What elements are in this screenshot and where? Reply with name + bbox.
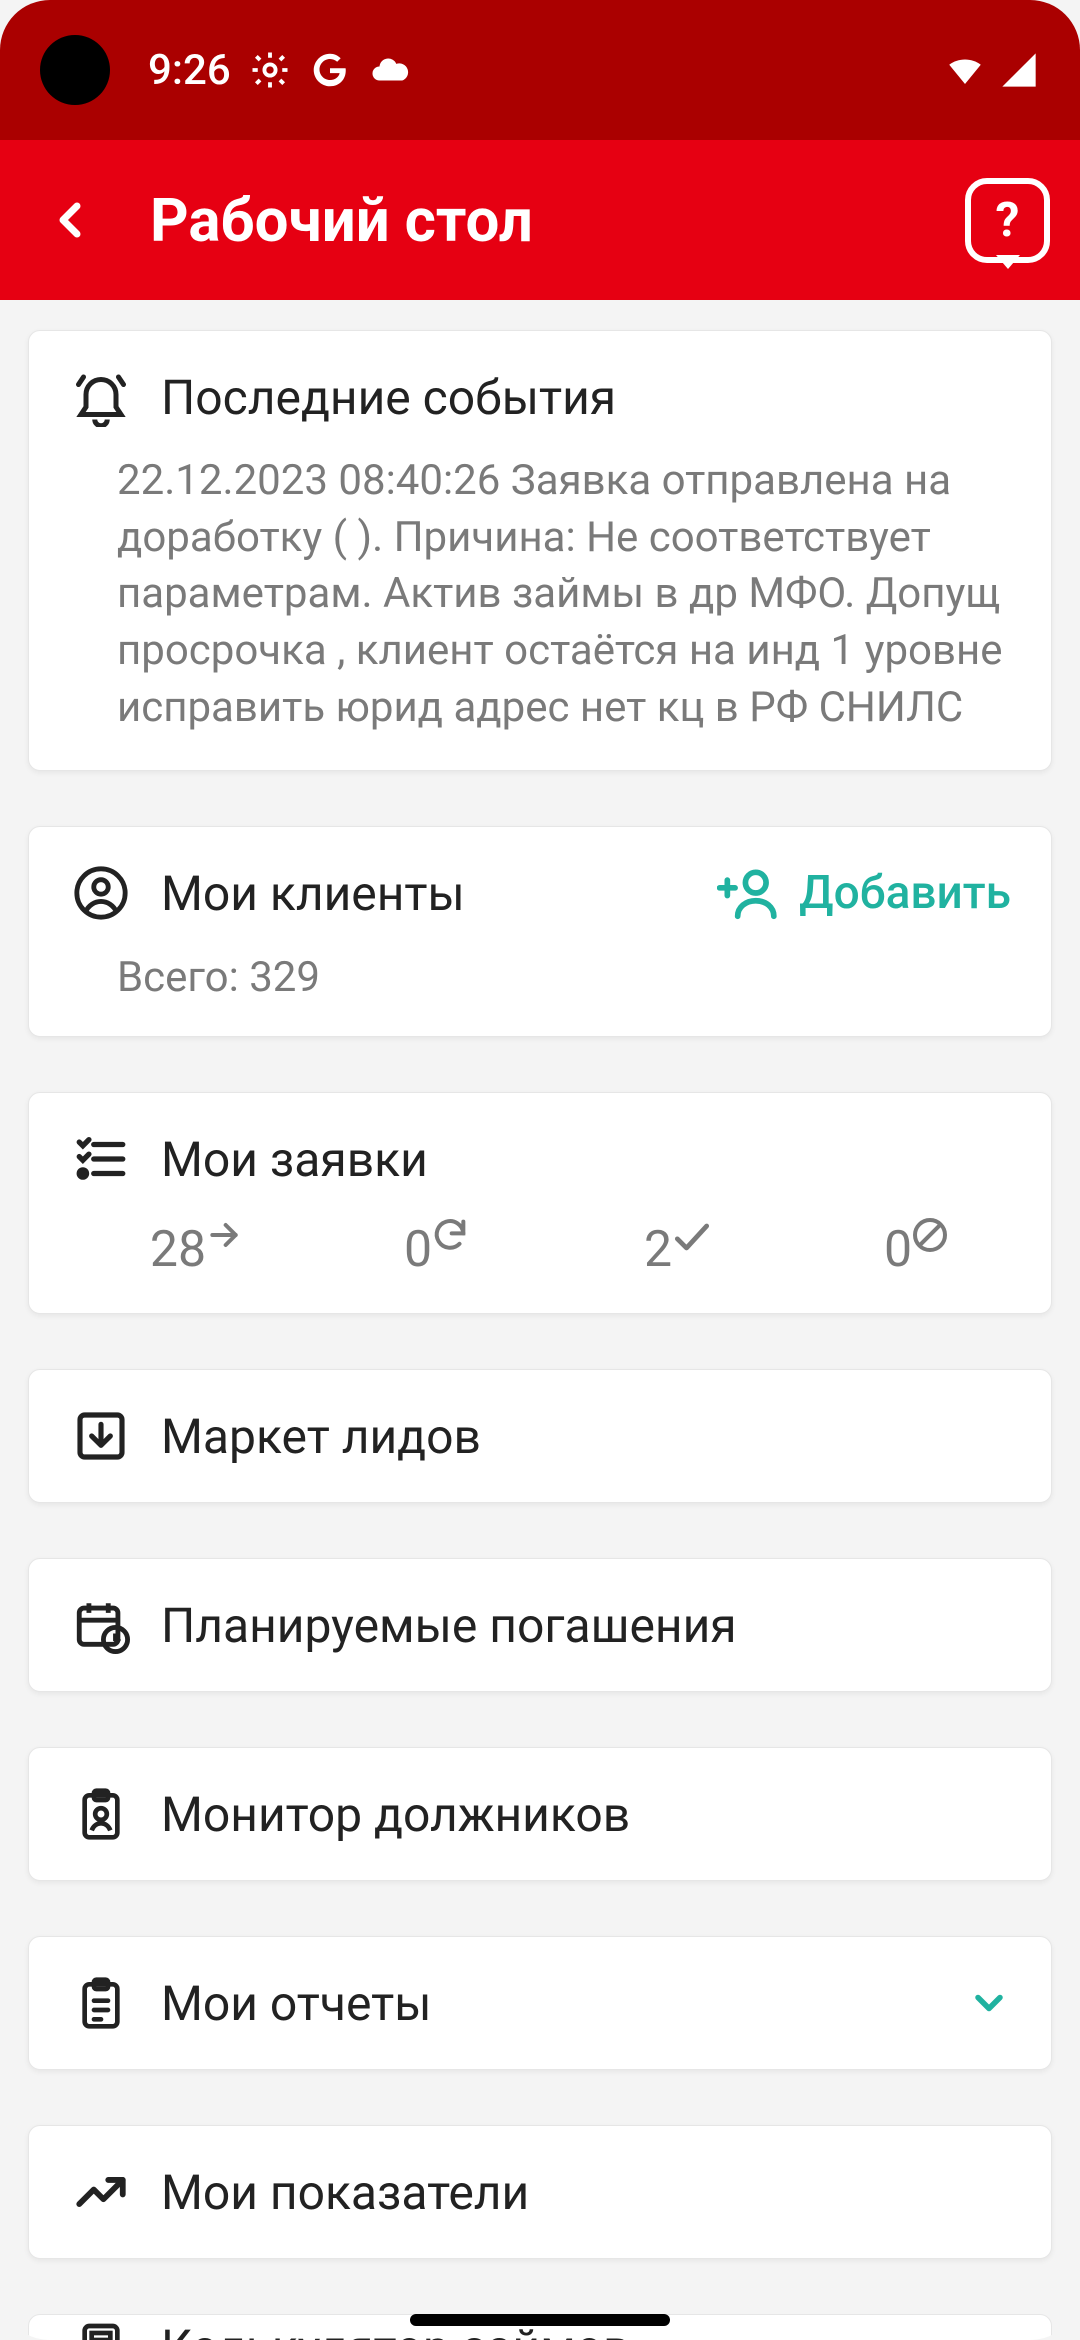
gear-icon <box>249 49 291 91</box>
status-right <box>944 49 1040 91</box>
status-left: 9:26 <box>40 35 411 105</box>
clients-total: Всего: 329 <box>69 953 1011 1002</box>
reports-header: Мои отчеты <box>69 1971 1011 2035</box>
applications-stats: 28 0 2 0 <box>69 1221 1011 1279</box>
cloud-icon <box>369 49 411 91</box>
market-leads-title: Маркет лидов <box>161 1408 481 1465</box>
planned-payments-item[interactable]: Планируемые погашения <box>28 1558 1052 1692</box>
screen: 9:26 <box>0 0 1080 2340</box>
debtor-monitor-title: Монитор должников <box>161 1786 630 1843</box>
add-user-icon <box>717 862 779 924</box>
indicators-header: Мои показатели <box>69 2160 1011 2224</box>
wifi-icon <box>944 49 986 91</box>
planned-payments-header: Планируемые погашения <box>69 1593 1011 1657</box>
back-button[interactable] <box>30 180 110 260</box>
help-icon: ? <box>996 196 1020 244</box>
status-time: 9:26 <box>148 46 231 95</box>
stat-refresh[interactable]: 0 <box>339 1221 539 1279</box>
clients-header: Мои клиенты Добавить <box>69 861 1011 925</box>
stat-value: 0 <box>404 1221 432 1279</box>
events-body: 22.12.2023 08:40:26 Заявка отправлена на… <box>69 453 1011 736</box>
user-circle-icon <box>69 861 133 925</box>
chevron-left-icon <box>42 192 98 248</box>
home-indicator[interactable] <box>410 2314 670 2326</box>
clients-title: Мои клиенты <box>161 865 465 922</box>
chevron-down-icon[interactable] <box>967 1981 1011 2025</box>
bell-icon <box>69 365 133 429</box>
clients-card[interactable]: Мои клиенты Добавить Всего: 329 <box>28 826 1052 1037</box>
camera-hole <box>40 35 110 105</box>
stat-approved[interactable]: 2 <box>579 1221 779 1279</box>
calendar-clock-icon <box>69 1593 133 1657</box>
stat-value: 2 <box>644 1221 672 1279</box>
add-client-label: Добавить <box>799 866 1011 920</box>
trend-up-icon <box>69 2160 133 2224</box>
stat-rejected[interactable]: 0 <box>819 1221 1019 1279</box>
calculator-icon <box>69 2315 133 2340</box>
events-card[interactable]: Последние события 22.12.2023 08:40:26 За… <box>28 330 1052 771</box>
clipboard-list-icon <box>69 1971 133 2035</box>
check-icon <box>670 1215 714 1259</box>
reports-title: Мои отчеты <box>161 1975 432 2032</box>
signal-icon <box>998 49 1040 91</box>
content[interactable]: Последние события 22.12.2023 08:40:26 За… <box>0 300 1080 2340</box>
refresh-icon <box>430 1215 474 1259</box>
ban-icon <box>910 1215 954 1259</box>
debtor-monitor-item[interactable]: Монитор должников <box>28 1747 1052 1881</box>
debtor-monitor-header: Монитор должников <box>69 1782 1011 1846</box>
download-box-icon <box>69 1404 133 1468</box>
applications-header: Мои заявки <box>69 1127 1011 1191</box>
stat-pending[interactable]: 28 <box>99 1221 299 1279</box>
google-g-icon <box>309 49 351 91</box>
add-client-button[interactable]: Добавить <box>717 862 1011 924</box>
events-title: Последние события <box>161 369 616 426</box>
checklist-icon <box>69 1127 133 1191</box>
applications-card[interactable]: Мои заявки 28 0 2 <box>28 1092 1052 1314</box>
indicators-title: Мои показатели <box>161 2164 529 2221</box>
status-bar: 9:26 <box>0 0 1080 140</box>
planned-payments-title: Планируемые погашения <box>161 1597 737 1654</box>
status-icons-left <box>249 49 411 91</box>
stat-value: 28 <box>150 1221 206 1279</box>
clipboard-user-icon <box>69 1782 133 1846</box>
stat-value: 0 <box>884 1221 912 1279</box>
events-header: Последние события <box>69 365 1011 429</box>
market-leads-item[interactable]: Маркет лидов <box>28 1369 1052 1503</box>
arrow-right-icon <box>204 1215 248 1259</box>
app-bar: Рабочий стол ? <box>0 140 1080 300</box>
page-title: Рабочий стол <box>150 185 965 256</box>
applications-title: Мои заявки <box>161 1131 428 1188</box>
indicators-item[interactable]: Мои показатели <box>28 2125 1052 2259</box>
market-leads-header: Маркет лидов <box>69 1404 1011 1468</box>
reports-item[interactable]: Мои отчеты <box>28 1936 1052 2070</box>
help-button[interactable]: ? <box>965 178 1050 263</box>
